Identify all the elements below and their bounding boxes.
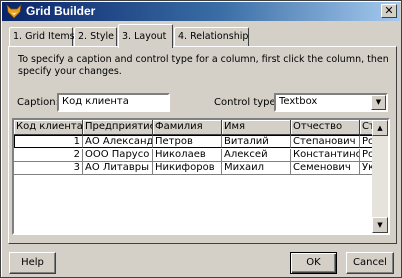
cancel-button-label: Cancel [353, 257, 387, 268]
table-cell[interactable]: Константино [291, 149, 360, 162]
table-cell[interactable]: Николаев [153, 149, 222, 162]
table-cell[interactable]: 2 [14, 149, 83, 162]
scroll-up-icon[interactable]: ▲ [372, 120, 388, 136]
table-row[interactable]: 1 АО Александ Петров Виталий Степанович … [14, 135, 376, 148]
table-cell[interactable]: Михаил [222, 162, 291, 175]
column-header-otchestvo[interactable]: Отчество [291, 120, 360, 135]
close-button[interactable]: ✕ [381, 4, 397, 18]
scroll-down-icon[interactable]: ▼ [372, 217, 388, 233]
help-button[interactable]: Help [9, 252, 56, 274]
tab-label: 2. Style [78, 31, 114, 42]
table-cell[interactable]: ООО Парусо [83, 149, 153, 162]
table-cell[interactable]: 3 [14, 162, 83, 175]
grid-viewport: Код клиента Предприятие Фамилия Имя Отче… [14, 120, 376, 233]
table-cell[interactable]: Виталий [222, 135, 291, 148]
grid-vertical-scrollbar[interactable]: ▲ ▼ [372, 120, 388, 233]
tab-label: 1. Grid Items [13, 31, 75, 42]
tab-grid-items[interactable]: 1. Grid Items [9, 27, 75, 47]
column-header-predpriyatie[interactable]: Предприятие [83, 120, 153, 135]
table-cell[interactable]: Петров [153, 135, 222, 148]
table-cell[interactable]: Семенович [291, 162, 360, 175]
caption-input[interactable]: Код клиента [57, 93, 170, 112]
cancel-button[interactable]: Cancel [346, 252, 394, 274]
help-button-label: Help [21, 257, 44, 268]
grid-header-row: Код клиента Предприятие Фамилия Имя Отче… [14, 120, 376, 135]
control-type-value: Textbox [279, 96, 318, 107]
tab-label: 4. Relationship [178, 31, 249, 42]
table-row[interactable]: 3 АО Литавры Никифоров Михаил Семенович … [14, 162, 376, 175]
tab-relationship[interactable]: 4. Relationship [174, 27, 249, 47]
ok-button-label: OK [306, 257, 321, 268]
tab-layout[interactable]: 3. Layout [118, 24, 173, 48]
control-type-label: Control type: [214, 97, 280, 108]
tab-label: 3. Layout [122, 31, 167, 42]
column-header-familiya[interactable]: Фамилия [153, 120, 222, 135]
title-bar[interactable]: Grid Builder ✕ [2, 2, 400, 21]
window-title: Grid Builder [26, 4, 96, 18]
table-cell[interactable]: Алексей [222, 149, 291, 162]
column-header-kod[interactable]: Код клиента [14, 120, 83, 135]
layout-grid[interactable]: Код клиента Предприятие Фамилия Имя Отче… [12, 118, 390, 235]
layout-instructions: To specify a caption and control type fo… [18, 54, 389, 77]
table-cell[interactable]: АО Литавры [83, 162, 153, 175]
table-row[interactable]: 2 ООО Парусо Николаев Алексей Константин… [14, 149, 376, 162]
table-cell[interactable]: АО Александ [83, 135, 153, 148]
grid-builder-dialog: Grid Builder ✕ 1. Grid Items 2. Style 3.… [0, 0, 402, 278]
dropdown-arrow-icon[interactable]: ▼ [371, 95, 386, 110]
column-header-imya[interactable]: Имя [222, 120, 291, 135]
tab-style[interactable]: 2. Style [74, 27, 117, 47]
ok-button[interactable]: OK [290, 252, 337, 274]
table-cell[interactable]: 1 [14, 135, 83, 148]
table-cell[interactable]: Никифоров [153, 162, 222, 175]
table-cell[interactable]: Степанович [291, 135, 360, 148]
control-type-select[interactable]: Textbox ▼ [274, 93, 388, 112]
fox-icon [6, 4, 22, 19]
caption-label: Caption: [17, 97, 59, 108]
